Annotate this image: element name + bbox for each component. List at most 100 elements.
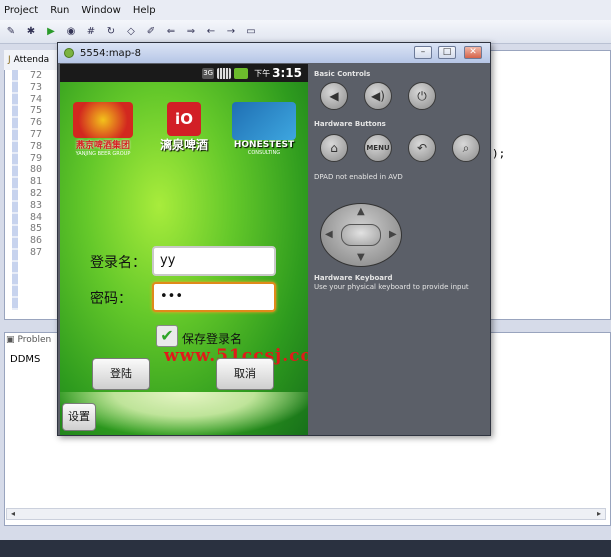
emulator-controls: Basic Controls ◀ ◀) ⏻ Hardware Buttons ⌂… (312, 64, 490, 435)
remember-label: 保存登录名 (182, 332, 243, 346)
problems-tab[interactable]: ▣ Problen (6, 335, 51, 345)
menu-window[interactable]: Window (81, 5, 120, 16)
dpad-right-icon[interactable]: ▶ (389, 229, 397, 240)
login-background: 燕京啤酒集团 YANJING BEER GROUP iO 漓泉啤酒 HONEST… (60, 82, 308, 435)
pin-icon[interactable]: ✎ (4, 25, 18, 39)
ddms-label[interactable]: DDMS (10, 354, 40, 365)
status-time: 3:15 (272, 66, 302, 80)
line-number-gutter: 72 73 74 75 76 77 78 79 80 81 82 83 84 8… (10, 70, 46, 310)
run-icon[interactable]: ▶ (44, 25, 58, 39)
line-number: 77 (29, 128, 42, 140)
os-taskbar (0, 540, 611, 557)
dpad-down-icon[interactable]: ▼ (357, 252, 365, 263)
line-number: 75 (29, 105, 42, 117)
line-number: 74 (29, 93, 42, 105)
liquan-name: 漓泉啤酒 (159, 138, 208, 152)
arrow-right-icon[interactable]: → (224, 25, 238, 39)
emulator-title-bar[interactable]: 5554:map-8 – □ ✕ (58, 43, 490, 63)
android-icon (64, 48, 74, 58)
username-field[interactable]: yy (152, 246, 276, 276)
yanjing-name: 燕京啤酒集团 (75, 141, 130, 151)
password-field[interactable]: ••• (152, 282, 276, 312)
scroll-left-icon[interactable]: ◂ (7, 509, 19, 519)
line-number: 85 (29, 223, 42, 235)
editor-tab-label: Attenda (13, 55, 50, 65)
horizontal-scrollbar[interactable]: ◂ ▸ (6, 508, 606, 520)
debug-icon[interactable]: ✱ (24, 25, 38, 39)
dpad-note: DPAD not enabled in AVD (314, 173, 403, 181)
line-number: 78 (29, 140, 42, 152)
status-bar: 3G 下午 3:15 (60, 64, 308, 82)
menu-help[interactable]: Help (133, 5, 156, 16)
water-splash (60, 392, 308, 435)
emulator-title: 5554:map-8 (80, 47, 142, 59)
username-label: 登录名： (90, 255, 146, 271)
back-icon[interactable]: ↶ (408, 134, 436, 162)
maximize-button[interactable]: □ (438, 46, 456, 59)
brush-icon[interactable]: ✐ (144, 25, 158, 39)
nav-back-icon[interactable]: ⇐ (164, 25, 178, 39)
dpad-up-icon[interactable]: ▲ (357, 206, 365, 217)
power-icon[interactable]: ⏻ (408, 82, 436, 110)
honestest-emblem-icon (232, 102, 296, 140)
line-number: 79 (29, 152, 42, 164)
home-icon[interactable]: ⌂ (320, 134, 348, 162)
emulator-window: 5554:map-8 – □ ✕ 3G 下午 3:15 燕京啤酒集团 YANJI… (57, 42, 491, 436)
arrow-left-icon[interactable]: ← (204, 25, 218, 39)
line-number: 86 (29, 235, 42, 247)
refresh-icon[interactable]: ↻ (104, 25, 118, 39)
keyboard-text: Use your physical keyboard to provide in… (314, 283, 469, 291)
line-number: 80 (29, 164, 42, 176)
network-3g-icon: 3G (202, 67, 215, 79)
liquan-emblem-icon: iO (167, 102, 201, 136)
menu-run[interactable]: Run (50, 5, 69, 16)
dpad-control[interactable]: ▲ ▼ ◀ ▶ (320, 203, 402, 267)
line-number: 84 (29, 211, 42, 223)
line-number: 81 (29, 176, 42, 188)
dpad-left-icon[interactable]: ◀ (325, 229, 333, 240)
honestest-logo: HONESTEST CONSULTING (224, 102, 304, 156)
line-number: 87 (29, 246, 42, 258)
phone-screen: 3G 下午 3:15 燕京啤酒集团 YANJING BEER GROUP iO … (60, 64, 308, 435)
open-type-icon[interactable]: ◇ (124, 25, 138, 39)
volume-up-icon[interactable]: ◀) (364, 82, 392, 110)
login-button[interactable]: 登陆 (92, 358, 150, 390)
line-number: 83 (29, 199, 42, 211)
menu-button[interactable]: MENU (364, 134, 392, 162)
dpad-center-button[interactable] (341, 224, 381, 246)
keyboard-heading: Hardware Keyboard (314, 274, 393, 282)
menu-project[interactable]: Project (4, 5, 38, 16)
settings-button[interactable]: 设置 (62, 403, 96, 431)
code-fragment: ); (492, 147, 506, 160)
nav-forward-icon[interactable]: ⇒ (184, 25, 198, 39)
close-button[interactable]: ✕ (464, 46, 482, 59)
menu-bar: Project Run Window Help (0, 0, 611, 20)
battery-icon (234, 67, 249, 79)
minimize-button[interactable]: – (414, 46, 432, 59)
volume-down-icon[interactable]: ◀ (320, 82, 348, 110)
problems-tab-label: Problen (17, 335, 52, 345)
perspective-icon[interactable]: ▭ (244, 25, 258, 39)
line-number: 82 (29, 187, 42, 199)
search-icon[interactable]: ⌕ (452, 134, 480, 162)
signal-icon (217, 67, 232, 79)
honestest-sub: CONSULTING (247, 150, 281, 156)
java-file-icon: J (8, 55, 11, 65)
cancel-button[interactable]: 取消 (216, 358, 274, 390)
grid-icon[interactable]: # (84, 25, 98, 39)
remember-checkbox[interactable]: ✔ (156, 325, 178, 347)
editor-tab[interactable]: J Attenda (4, 50, 64, 70)
line-number: 76 (29, 117, 42, 129)
scroll-right-icon[interactable]: ▸ (593, 509, 605, 519)
password-label: 密码： (90, 291, 132, 307)
honestest-name: HONESTEST (233, 140, 295, 150)
basic-controls-heading: Basic Controls (314, 70, 371, 78)
yanjing-logo: 燕京啤酒集团 YANJING BEER GROUP (64, 102, 142, 157)
problems-icon: ▣ (6, 335, 15, 345)
yanjing-emblem-icon (73, 102, 133, 138)
hardware-buttons-heading: Hardware Buttons (314, 120, 386, 128)
line-number: 73 (29, 81, 42, 93)
liquan-logo: iO 漓泉啤酒 (144, 102, 224, 153)
status-ampm: 下午 (254, 68, 271, 78)
run-config-icon[interactable]: ◉ (64, 25, 78, 39)
